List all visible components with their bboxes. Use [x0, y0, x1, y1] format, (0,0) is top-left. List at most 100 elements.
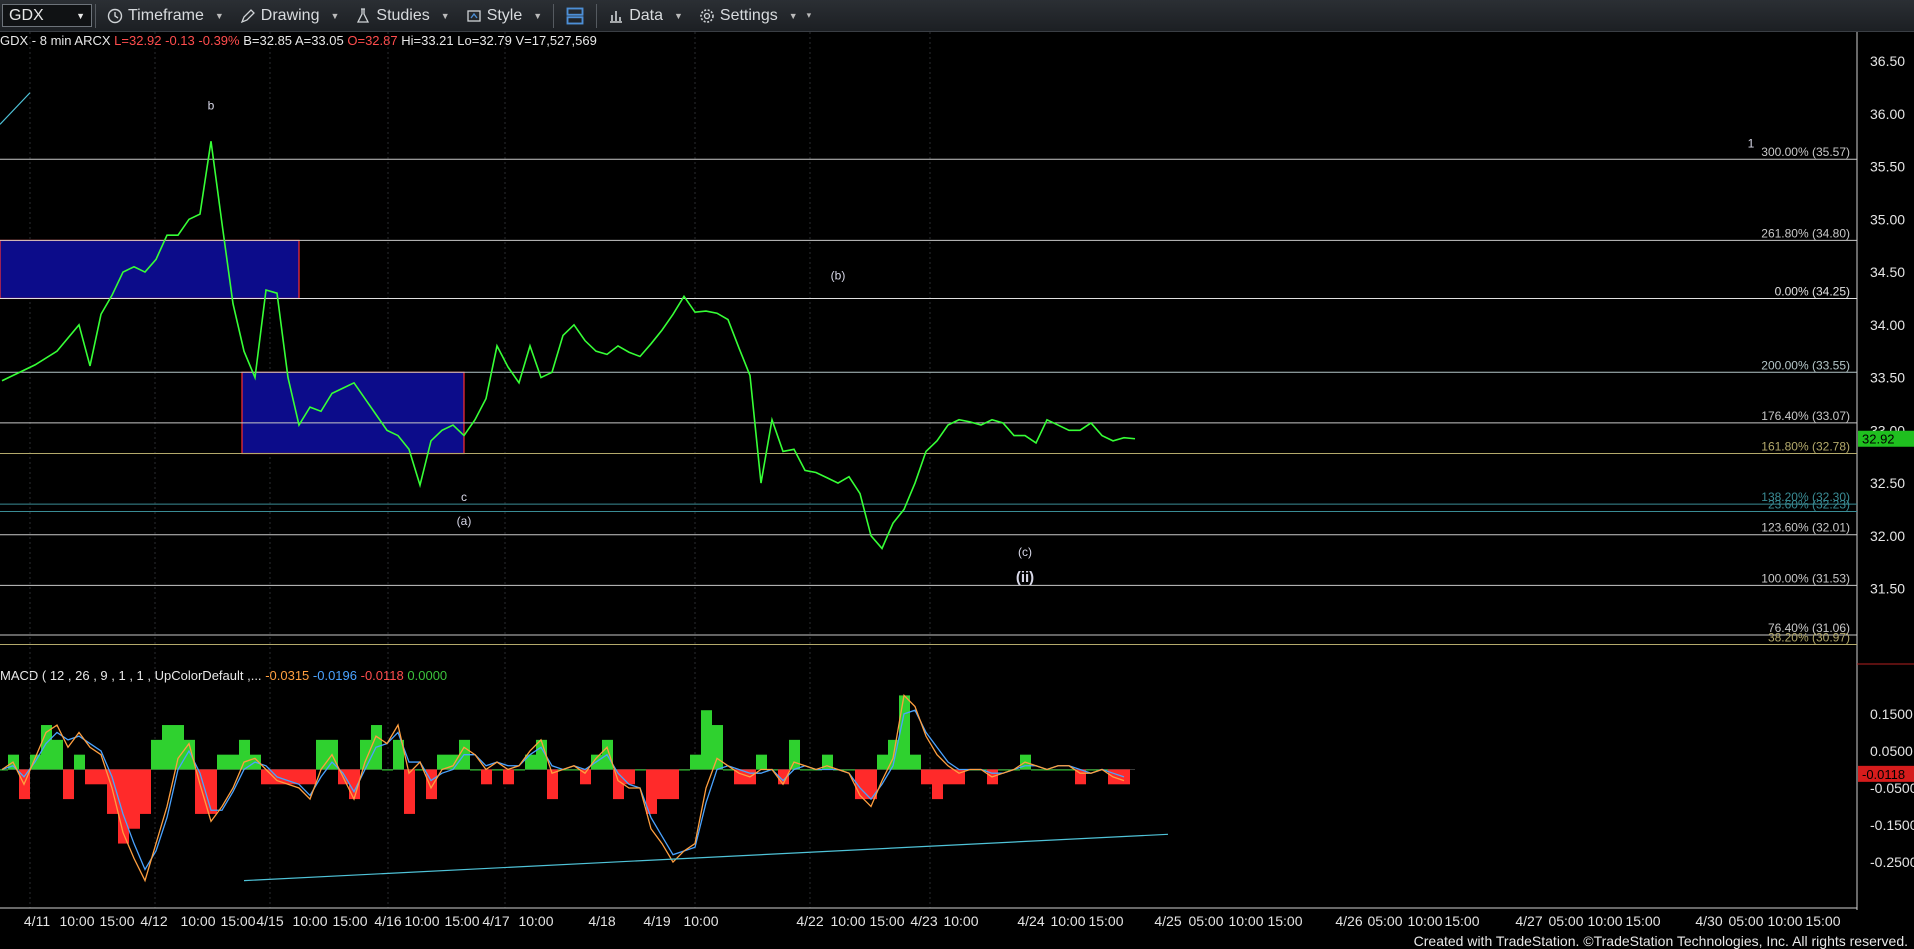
symbol-value: GDX — [9, 6, 44, 24]
macd-histogram-bar — [635, 769, 646, 771]
macd-histogram-bar — [679, 769, 690, 771]
macd-histogram-bar — [525, 754, 536, 770]
macd-histogram-bar — [877, 754, 888, 770]
time-tick-label: 05:00 — [1188, 913, 1223, 928]
time-tick-label: 15:00 — [869, 913, 904, 928]
macd-histogram-bar — [360, 739, 371, 770]
fib-level-label: 23.60% (32.23) — [1768, 498, 1850, 512]
toolbar-divider — [596, 3, 598, 28]
timeframe-menu[interactable]: Timeframe ▼ — [99, 7, 232, 25]
caret-down-icon: ▼ — [533, 10, 543, 21]
macd-histogram-bar — [712, 725, 723, 770]
settings-menu[interactable]: Settings ▼ ▾ — [691, 7, 819, 25]
fib-level-label: 123.60% (32.01) — [1761, 521, 1850, 535]
style-menu[interactable]: Style ▼ — [458, 7, 551, 25]
macd-histogram-bar — [844, 769, 855, 771]
price-tick-label: 33.50 — [1870, 370, 1905, 386]
macd-main-line — [1, 694, 1125, 883]
drawing-menu[interactable]: Drawing ▼ — [232, 7, 348, 25]
time-tick-label: 15:00 — [99, 913, 134, 928]
caret-down-icon: ▼ — [440, 10, 450, 21]
macd-histogram-bar — [492, 769, 503, 771]
time-tick-label: 10:00 — [1050, 913, 1085, 928]
macd-histogram-bar — [910, 754, 921, 770]
time-tick-label: 4/23 — [910, 913, 937, 928]
macd-histogram-bar — [228, 754, 239, 770]
toolbar: GDX ▼ Timeframe ▼ Drawing ▼ Studies ▼ St… — [0, 0, 1914, 32]
wave-label: (b) — [831, 268, 846, 282]
macd-histogram-bar — [998, 769, 1009, 771]
macd-histogram-bar — [305, 769, 316, 785]
macd-tick-label: -0.1500 — [1870, 817, 1914, 833]
time-tick-label: 15:00 — [1267, 913, 1302, 928]
macd-histogram-bar — [0, 769, 8, 771]
studies-menu[interactable]: Studies ▼ — [347, 7, 457, 25]
macd-histogram-bar — [514, 769, 525, 771]
time-tick-label: 10:00 — [1587, 913, 1622, 928]
price-tick-label: 35.00 — [1870, 211, 1905, 227]
style-label: Style — [486, 6, 523, 24]
supply-zone — [0, 239, 300, 300]
time-tick-label: 4/25 — [1154, 913, 1181, 928]
time-tick-label: 15:00 — [1444, 913, 1479, 928]
wave-label: (ii) — [1016, 569, 1034, 586]
macd-histogram-bar — [437, 754, 448, 770]
time-tick-label: 4/12 — [140, 913, 167, 928]
macd-histogram-bar — [1119, 769, 1130, 785]
time-tick-label: 15:00 — [1805, 913, 1840, 928]
style-icon — [467, 9, 481, 22]
fib-level-label: 300.00% (35.57) — [1761, 145, 1850, 159]
footer-credit: Created with TradeStation. ©TradeStation… — [1413, 933, 1908, 949]
price-chart[interactable]: 300.00% (35.57) 261.80% (34.80) 0.00% (34.… — [0, 32, 1914, 928]
toolbar-divider — [553, 3, 555, 28]
macd-histogram-bar — [624, 769, 635, 785]
price-tick-label: 32.00 — [1870, 528, 1905, 544]
macd-histogram-bar — [569, 769, 580, 771]
time-tick-label: 15:00 — [220, 913, 255, 928]
trendline-short — [0, 92, 31, 125]
price-series-line — [1, 141, 1136, 550]
time-tick-label: 10:00 — [943, 913, 978, 928]
time-tick-label: 10:00 — [1767, 913, 1802, 928]
wave-label: b — [208, 99, 215, 113]
time-tick-label: 15:00 — [1625, 913, 1660, 928]
macd-histogram-bar — [470, 769, 481, 771]
time-tick-label: 4/24 — [1017, 913, 1044, 928]
time-tick-label: 4/22 — [796, 913, 823, 928]
macd-histogram-bar — [690, 754, 701, 770]
price-tick-label: 35.50 — [1870, 159, 1905, 175]
macd-histogram-bar — [316, 739, 327, 770]
flask-icon — [357, 7, 370, 23]
symbol-selector[interactable]: GDX ▼ — [2, 4, 92, 27]
time-tick-label: 4/11 — [24, 913, 50, 928]
data-menu[interactable]: Data ▼ — [600, 7, 691, 25]
layout-icon — [566, 7, 584, 24]
macd-tick-label: -0.2500 — [1870, 854, 1914, 870]
caret-down-icon: ▼ — [673, 10, 683, 21]
timeframe-label: Timeframe — [128, 6, 204, 24]
time-tick-label: 4/27 — [1515, 913, 1542, 928]
layout-button[interactable] — [557, 6, 593, 26]
time-tick-label: 15:00 — [444, 913, 479, 928]
macd-histogram-bar — [294, 769, 305, 785]
time-tick-label: 05:00 — [1548, 913, 1583, 928]
time-tick-label: 05:00 — [1367, 913, 1402, 928]
macd-histogram-bar — [481, 769, 492, 785]
macd-histogram-bar — [800, 769, 811, 771]
macd-histogram-bar — [1086, 769, 1097, 771]
time-tick-label: 10:00 — [404, 913, 439, 928]
price-tick-label: 34.50 — [1870, 264, 1905, 280]
macd-histogram-bar — [547, 769, 558, 800]
pencil-icon — [240, 8, 255, 23]
macd-histogram-bar — [382, 769, 393, 771]
macd-histogram-bar — [756, 754, 767, 770]
macd-histogram-bar — [657, 769, 668, 800]
wave-label: c — [461, 490, 467, 504]
time-tick-label: 10:00 — [683, 913, 718, 928]
macd-histogram-bar — [1053, 769, 1064, 771]
fib-level-label: 0.00% (34.25) — [1775, 284, 1850, 298]
macd-histogram-bar — [52, 739, 63, 770]
macd-histogram-bar — [932, 769, 943, 800]
macd-histogram-bar — [162, 725, 173, 770]
time-tick-label: 4/19 — [643, 913, 670, 928]
